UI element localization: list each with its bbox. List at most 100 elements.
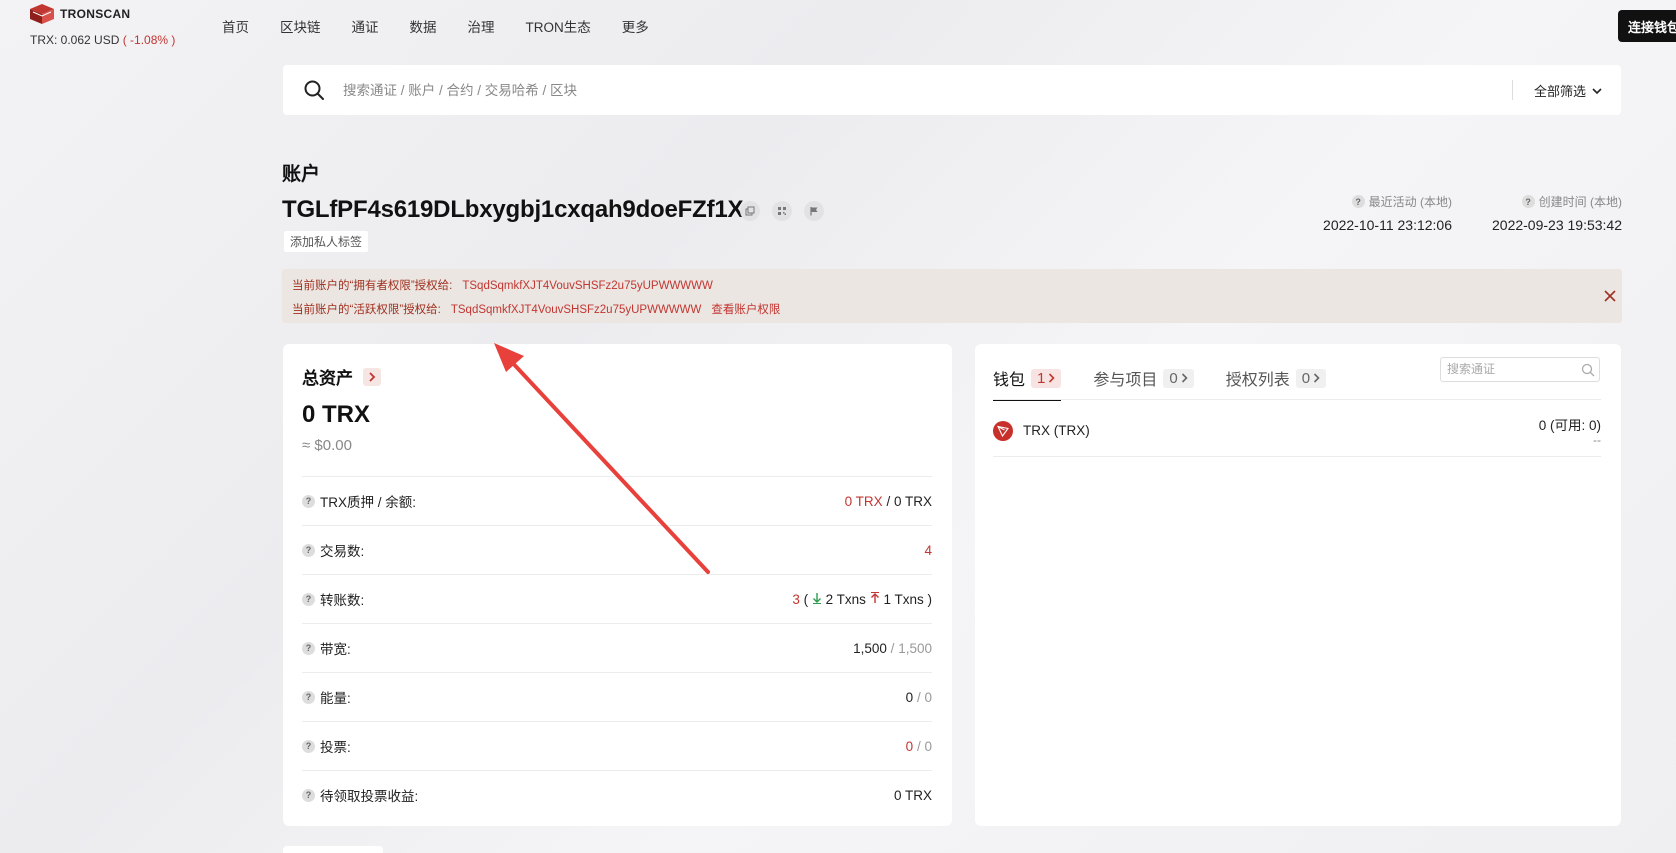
wallet-tabs: 钱包 1 参与项目 0 授权列表 0 bbox=[993, 356, 1358, 401]
votes-total: 0 bbox=[924, 738, 932, 754]
row-label: 交易数: bbox=[320, 544, 365, 559]
owner-permission-line: 当前账户的“拥有者权限”授权给: TSqdSqmkfXJT4VouvSHSFz2u… bbox=[292, 277, 713, 293]
copy-icon[interactable] bbox=[740, 201, 760, 221]
active-permission-address[interactable]: TSqdSqmkfXJT4VouvSHSFz2u75yUPWWWWW bbox=[451, 304, 702, 316]
last-active-label: 最近活动 (本地) bbox=[1368, 195, 1452, 209]
last-active: ? 最近活动 (本地) 2022-10-11 23:12:06 bbox=[1275, 193, 1452, 233]
qr-code-icon[interactable] bbox=[772, 201, 792, 221]
nav-more[interactable]: 更多 bbox=[622, 16, 649, 36]
close-icon[interactable] bbox=[1600, 286, 1620, 306]
tab-approvals[interactable]: 授权列表 0 bbox=[1225, 356, 1327, 400]
chevron-right-icon bbox=[1181, 373, 1188, 383]
table-row: ? 交易数: 4 bbox=[302, 525, 932, 574]
account-address: TGLfPF4s619DLbxygbj1cxqah9doeFZf1X bbox=[282, 196, 744, 223]
owner-permission-address[interactable]: TSqdSqmkfXJT4VouvSHSFz2u75yUPWWWWW bbox=[462, 280, 713, 292]
table-row: ? TRX质押 / 余额: 0 TRX / 0 TRX bbox=[302, 476, 932, 525]
tab-wallet[interactable]: 钱包 1 bbox=[993, 356, 1062, 401]
table-row: ? 投票: 0 / 0 bbox=[302, 721, 932, 770]
tab-label: 授权列表 bbox=[1225, 372, 1290, 389]
help-icon[interactable]: ? bbox=[1521, 195, 1535, 208]
row-label: 能量: bbox=[320, 691, 351, 706]
page-title: 账户 bbox=[282, 164, 321, 185]
nav-tokens[interactable]: 通证 bbox=[352, 16, 379, 36]
paren-open: ( bbox=[803, 591, 809, 607]
main-nav: 首页 区块链 通证 数据 治理 TRON生态 更多 bbox=[222, 16, 680, 36]
row-label: 投票: bbox=[320, 740, 351, 755]
row-label: 转账数: bbox=[320, 593, 365, 608]
last-active-value: 2022-10-11 23:12:06 bbox=[1323, 217, 1452, 233]
tab-count-badge: 0 bbox=[1295, 368, 1327, 388]
chevron-down-icon bbox=[1592, 87, 1602, 94]
token-search bbox=[1440, 357, 1600, 382]
flag-icon[interactable] bbox=[804, 201, 824, 221]
bandwidth-available: 1,500 bbox=[853, 640, 887, 656]
filter-dropdown[interactable]: 全部筛选 bbox=[1534, 81, 1602, 100]
total-assets-usd: ≈ $0.00 bbox=[302, 437, 352, 454]
active-permission-text: 当前账户的“活跃权限”授权给: bbox=[292, 304, 441, 316]
total-assets-value: 0 TRX bbox=[302, 401, 371, 428]
add-private-tag-button[interactable]: 添加私人标签 bbox=[284, 231, 369, 252]
nav-governance[interactable]: 治理 bbox=[468, 16, 495, 36]
outgoing-transfers: 1 Txns bbox=[883, 591, 924, 607]
owner-permission-text: 当前账户的“拥有者权限”授权给: bbox=[292, 280, 453, 292]
transaction-count[interactable]: 4 bbox=[924, 543, 932, 558]
nav-home[interactable]: 首页 bbox=[222, 16, 249, 36]
asset-rows: ? TRX质押 / 余额: 0 TRX / 0 TRX ? 交易数: 4 ? 转账数:… bbox=[302, 476, 932, 819]
separator: / bbox=[886, 493, 891, 509]
tab-projects[interactable]: 参与项目 0 bbox=[1093, 356, 1194, 400]
help-icon[interactable]: ? bbox=[302, 543, 315, 557]
staked-value: 0 TRX bbox=[844, 493, 883, 509]
created-label: 创建时间 (本地) bbox=[1538, 195, 1622, 209]
votes-used[interactable]: 0 bbox=[906, 739, 914, 754]
separator: / bbox=[890, 640, 895, 656]
token-search-input[interactable] bbox=[1447, 362, 1572, 376]
incoming-transfers: 2 Txns bbox=[825, 591, 866, 607]
chevron-right-icon bbox=[1314, 373, 1320, 383]
arrow-up-icon bbox=[870, 591, 879, 603]
help-icon[interactable]: ? bbox=[302, 494, 315, 508]
trx-price: TRX: 0.062 USD ( -1.08% ) bbox=[30, 33, 175, 47]
nav-tron-ecosystem[interactable]: TRON生态 bbox=[526, 16, 591, 36]
tronscan-logo-icon bbox=[30, 4, 54, 24]
paren-close: ) bbox=[927, 591, 933, 607]
nav-data[interactable]: 数据 bbox=[410, 16, 437, 36]
tabs-divider bbox=[993, 399, 1601, 400]
view-permissions-link[interactable]: 查看账户权限 bbox=[711, 304, 780, 316]
help-icon[interactable]: ? bbox=[302, 641, 315, 655]
table-row: ? 能量: 0 / 0 bbox=[302, 672, 932, 721]
tab-count: 1 bbox=[1037, 369, 1046, 387]
help-icon[interactable]: ? bbox=[302, 788, 315, 802]
separator: / bbox=[916, 738, 921, 754]
nav-blockchain[interactable]: 区块链 bbox=[280, 16, 321, 36]
help-icon[interactable]: ? bbox=[302, 739, 315, 753]
help-icon[interactable]: ? bbox=[302, 592, 315, 606]
logo[interactable]: TRONSCAN bbox=[28, 3, 130, 25]
chevron-right-icon[interactable] bbox=[363, 367, 381, 386]
trx-token-icon bbox=[993, 421, 1013, 441]
token-name: TRX (TRX) bbox=[1023, 423, 1090, 438]
wallet-card: 钱包 1 参与项目 0 授权列表 0 TRX (TRX) 0 (可用: 0) -… bbox=[975, 344, 1621, 826]
tab-count: 0 bbox=[1301, 369, 1311, 387]
tab-count: 0 bbox=[1169, 369, 1178, 387]
help-icon[interactable]: ? bbox=[302, 690, 315, 704]
connect-wallet-button[interactable]: 连接钱包 bbox=[1618, 10, 1676, 42]
created-time: ? 创建时间 (本地) 2022-09-23 19:53:42 bbox=[1450, 193, 1622, 233]
permission-notice: 当前账户的“拥有者权限”授权给: TSqdSqmkfXJT4VouvSHSFz2u… bbox=[282, 269, 1622, 323]
row-label: 待领取投票收益: bbox=[320, 789, 419, 804]
token-usd-value: -- bbox=[1593, 433, 1601, 447]
transfer-count[interactable]: 3 bbox=[792, 592, 800, 607]
table-row: ? 带宽: 1,500 / 1,500 bbox=[302, 623, 932, 672]
search-icon bbox=[304, 80, 324, 100]
active-permission-line: 当前账户的“活跃权限”授权给: TSqdSqmkfXJT4VouvSHSFz2u7… bbox=[292, 301, 780, 317]
tab-count-badge: 1 bbox=[1031, 368, 1062, 388]
search-input[interactable] bbox=[343, 79, 1343, 101]
separator: / bbox=[916, 689, 921, 705]
address-actions bbox=[740, 201, 824, 221]
balance-value: 0 TRX bbox=[893, 493, 932, 509]
created-value: 2022-09-23 19:53:42 bbox=[1492, 217, 1622, 233]
table-row: ? 待领取投票收益: 0 TRX bbox=[302, 770, 932, 819]
list-item[interactable]: TRX (TRX) 0 (可用: 0) -- bbox=[993, 401, 1601, 457]
help-icon[interactable]: ? bbox=[1351, 195, 1365, 208]
search-icon bbox=[1581, 363, 1595, 377]
total-assets-card: 总资产 0 TRX ≈ $0.00 ? TRX质押 / 余额: 0 TRX / 0… bbox=[283, 344, 952, 826]
